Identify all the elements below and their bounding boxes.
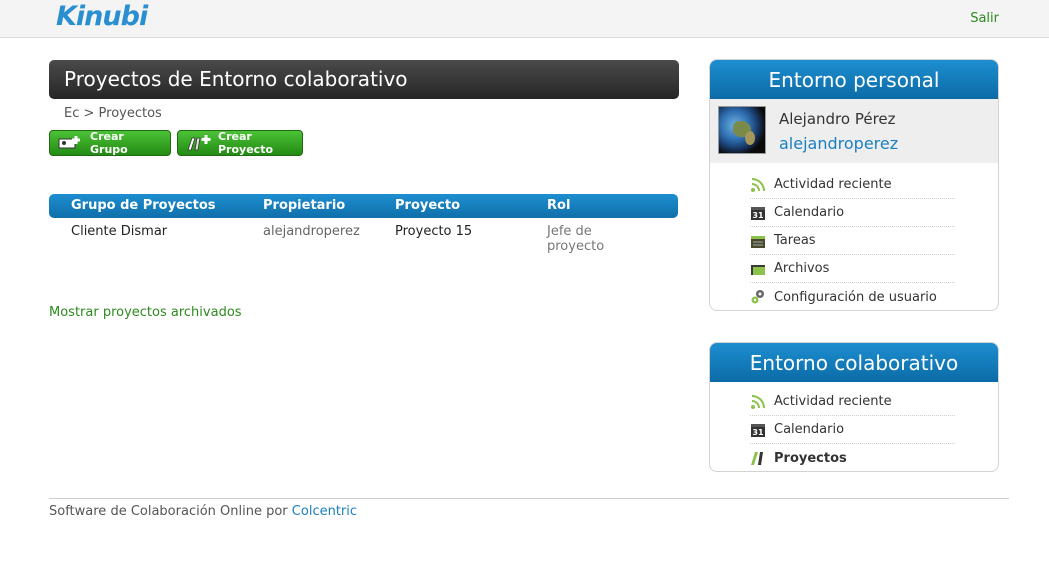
menu-label: Tareas — [774, 233, 816, 248]
projects-table-header: Grupo de Proyectos Propietario Proyecto … — [49, 194, 678, 218]
menu-label: Calendario — [774, 422, 845, 437]
cell-owner: alejandroperez — [263, 224, 360, 239]
column-header-role: Rol — [547, 198, 571, 213]
page-title: Proyectos de Entorno colaborativo — [49, 60, 679, 99]
menu-label: Actividad reciente — [774, 394, 892, 409]
footer-text: Software de Colaboración Online por — [49, 504, 288, 519]
kinubi-logo[interactable]: Kinubi — [56, 0, 156, 38]
collab-panel-title: Entorno colaborativo — [710, 343, 998, 382]
menu-item-user-settings[interactable]: Configuración de usuario — [750, 283, 955, 310]
add-group-icon — [58, 134, 84, 152]
rss-icon — [750, 394, 766, 410]
create-project-button[interactable]: Crear Proyecto — [177, 130, 303, 156]
menu-label: Configuración de usuario — [774, 289, 937, 305]
folder-icon — [750, 261, 766, 277]
column-header-project: Proyecto — [395, 198, 461, 213]
top-bar: Kinubi Salir — [0, 0, 1049, 38]
avatar[interactable] — [718, 106, 766, 154]
collab-menu-item-calendar[interactable]: 31 Calendario — [750, 416, 955, 444]
calendar-icon: 31 — [750, 205, 766, 221]
create-group-label: Crear Grupo — [90, 130, 128, 156]
menu-label: Proyectos — [774, 450, 847, 466]
personal-environment-panel: Entorno personal Alejandro Pérez alejand… — [709, 59, 999, 311]
column-header-owner: Propietario — [263, 198, 346, 213]
cell-project[interactable]: Proyecto 15 — [395, 224, 472, 239]
menu-item-tasks[interactable]: Tareas — [750, 227, 955, 255]
create-group-button[interactable]: Crear Grupo — [49, 130, 171, 156]
personal-panel-title: Entorno personal — [710, 60, 998, 99]
cell-role: Jefe de proyecto — [547, 224, 605, 254]
menu-item-calendar[interactable]: 31 Calendario — [750, 199, 955, 227]
cell-group[interactable]: Cliente Dismar — [71, 224, 167, 239]
column-header-group: Grupo de Proyectos — [71, 198, 216, 213]
menu-item-files[interactable]: Archivos — [750, 255, 955, 283]
menu-label: Actividad reciente — [774, 177, 892, 192]
footer-divider — [49, 498, 1009, 499]
svg-text:31: 31 — [752, 428, 764, 437]
profile-name: Alejandro Pérez — [779, 110, 896, 128]
collab-menu-item-projects[interactable]: Proyectos — [750, 444, 955, 471]
rss-icon — [750, 177, 766, 193]
show-archived-link[interactable]: Mostrar proyectos archivados — [49, 305, 242, 320]
projects-icon — [750, 450, 766, 466]
colcentric-link[interactable]: Colcentric — [292, 504, 357, 519]
tasks-icon — [750, 233, 766, 249]
profile-username-link[interactable]: alejandroperez — [779, 134, 898, 153]
logo-text: Kinubi — [56, 1, 148, 32]
add-project-icon — [186, 134, 212, 152]
menu-label: Archivos — [774, 261, 830, 276]
create-project-label: Crear Proyecto — [218, 130, 274, 156]
collaborative-environment-panel: Entorno colaborativo Actividad reciente … — [709, 342, 999, 472]
gear-icon — [750, 289, 766, 305]
svg-text:31: 31 — [752, 211, 764, 220]
logout-link[interactable]: Salir — [970, 11, 999, 26]
user-profile: Alejandro Pérez alejandroperez — [710, 99, 998, 163]
calendar-icon: 31 — [750, 422, 766, 438]
collab-menu-item-recent-activity[interactable]: Actividad reciente — [750, 388, 955, 416]
table-row[interactable]: Cliente Dismar alejandroperez Proyecto 1… — [49, 224, 678, 260]
footer: Software de Colaboración Online por Colc… — [49, 504, 357, 519]
menu-item-recent-activity[interactable]: Actividad reciente — [750, 171, 955, 199]
menu-label: Calendario — [774, 205, 845, 220]
breadcrumb[interactable]: Ec > Proyectos — [64, 106, 162, 121]
